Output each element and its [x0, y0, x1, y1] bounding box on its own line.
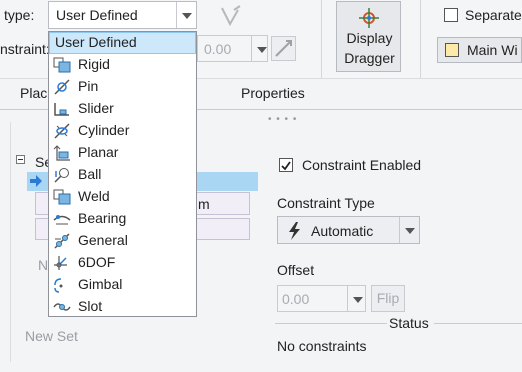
offset-combo[interactable]: 0.00: [277, 285, 366, 312]
chevron-down-icon[interactable]: [176, 2, 196, 28]
status-value: No constraints: [277, 338, 367, 354]
dropdown-item-label: Cylinder: [78, 122, 130, 138]
cylinder-icon: [53, 123, 71, 139]
dropdown-item-label: General: [78, 232, 128, 248]
minus-icon: [18, 159, 23, 160]
gimbal-icon: [53, 277, 71, 293]
dropdown-item-pin[interactable]: Pin: [49, 76, 196, 98]
chevron-down-icon[interactable]: [347, 286, 365, 311]
dropdown-item-rigid[interactable]: Rigid: [49, 54, 196, 76]
separate-label: Separate: [465, 7, 522, 23]
general-icon: [53, 233, 71, 249]
dropdown-item-label: Planar: [78, 144, 119, 160]
status-label: Status: [389, 315, 429, 331]
collapse-toggle[interactable]: [16, 155, 25, 164]
constraint-offset-value: 0.00: [204, 41, 232, 57]
constraint-type-combo[interactable]: Automatic: [277, 216, 420, 244]
dropdown-item-label: Rigid: [78, 56, 110, 72]
dropdown-item-ball[interactable]: Ball: [49, 164, 196, 186]
dropdown-item-cylinder[interactable]: Cylinder: [49, 120, 196, 142]
separate-window-icon: [444, 8, 458, 22]
dropdown-item-slot[interactable]: Slot: [49, 296, 196, 318]
flip-button[interactable]: Flip: [371, 285, 405, 312]
dropdown-item-user-defined[interactable]: User Defined: [49, 32, 196, 54]
constraint-offset-combo[interactable]: 0.00: [197, 35, 268, 62]
flip-direction-icon[interactable]: [218, 4, 244, 28]
ribbon-divider: [321, 0, 322, 78]
flip-icon[interactable]: [271, 36, 296, 61]
new-item[interactable]: N: [38, 257, 48, 273]
dropdown-item-6dof[interactable]: 6DOF: [49, 252, 196, 274]
dropdown-item-general[interactable]: General: [49, 230, 196, 252]
tab-properties[interactable]: Properties: [241, 85, 305, 101]
dropdown-item-label: Weld: [78, 188, 110, 204]
connection-type-combo[interactable]: User Defined: [48, 1, 197, 29]
connection-type-value: User Defined: [56, 7, 138, 23]
lightning-icon: [287, 222, 301, 240]
dropdown-item-label: Gimbal: [78, 276, 123, 292]
slider-icon: [53, 101, 71, 117]
type-label: type:: [4, 7, 35, 23]
dropdown-item-weld[interactable]: Weld: [49, 186, 196, 208]
display-dragger-button[interactable]: Display Dragger: [336, 1, 401, 72]
resize-grip[interactable]: • • • •: [268, 114, 297, 125]
weld-icon: [53, 189, 71, 205]
slot-icon: [53, 299, 71, 315]
new-set-link[interactable]: New Set: [25, 328, 78, 344]
display-dragger-label-2: Dragger: [344, 50, 395, 66]
chevron-down-icon[interactable]: [399, 217, 419, 243]
six-dof-icon: [53, 255, 71, 271]
panel-border: [10, 122, 11, 362]
dropdown-item-bearing[interactable]: Bearing: [49, 208, 196, 230]
dropdown-item-label: Slot: [78, 298, 103, 314]
dropdown-item-label: 6DOF: [78, 254, 116, 270]
dropdown-item-label: User Defined: [55, 34, 137, 50]
dragger-icon: [359, 8, 379, 28]
planar-icon: [53, 145, 71, 161]
dropdown-item-label: Pin: [78, 78, 99, 94]
rigid-icon: [53, 57, 71, 73]
constraint-label: nstraint:: [0, 41, 50, 57]
ball-icon: [53, 167, 71, 183]
constraint-type-label: Constraint Type: [277, 195, 375, 211]
bearing-icon: [53, 211, 71, 227]
connection-type-dropdown: User Defined Rigid Pin Slider Cylinder P…: [48, 31, 197, 317]
dropdown-item-label: Ball: [78, 166, 102, 182]
main-window-icon: [445, 43, 459, 57]
chevron-down-icon[interactable]: [251, 36, 267, 61]
dropdown-item-label: Bearing: [78, 210, 127, 226]
offset-label: Offset: [277, 262, 315, 278]
arrow-right-icon: [29, 174, 43, 188]
status-divider-right: [434, 323, 522, 324]
separate-window-button[interactable]: Separate: [441, 6, 522, 26]
status-divider-left: [275, 323, 387, 324]
main-window-button[interactable]: Main Wi: [437, 37, 522, 63]
constraint-enabled-label: Constraint Enabled: [302, 157, 422, 173]
offset-value: 0.00: [282, 291, 310, 307]
tab-placement[interactable]: Plac: [20, 85, 47, 101]
main-window-label: Main Wi: [467, 42, 518, 58]
dropdown-item-label: Slider: [78, 100, 114, 116]
display-dragger-label-1: Display: [346, 30, 393, 46]
constraint-enabled-checkbox[interactable]: [279, 158, 293, 172]
constraint-type-value: Automatic: [311, 223, 374, 239]
dropdown-item-planar[interactable]: Planar: [49, 142, 196, 164]
dropdown-item-gimbal[interactable]: Gimbal: [49, 274, 196, 296]
dropdown-item-slider[interactable]: Slider: [49, 98, 196, 120]
reference-row-text: m: [198, 196, 210, 212]
ribbon-divider: [420, 0, 421, 78]
pin-icon: [53, 79, 71, 95]
